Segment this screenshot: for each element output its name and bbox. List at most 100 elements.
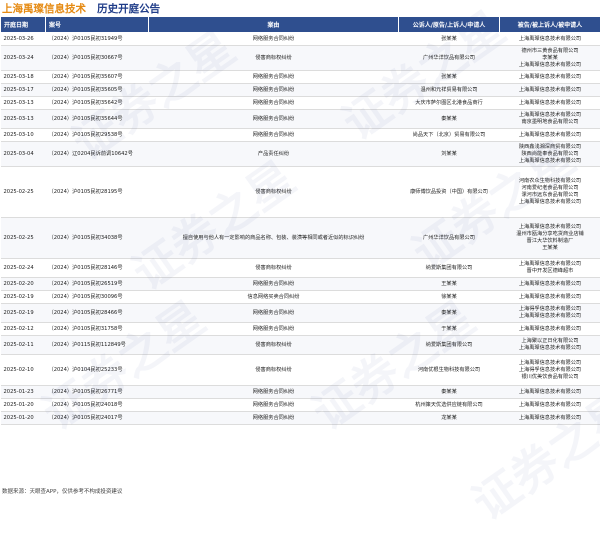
plaintiff-cell: 徐某某	[399, 291, 500, 304]
defendant-name: 上海禹璨信息技术有限公司	[502, 87, 599, 94]
table-row: 2025-02-24（2024）沪0105民初28146号侵害商标权纠纷纳爱斯集…	[1, 259, 600, 278]
table-row: 2025-01-20（2024）沪0105民初24017号网络服务合同纠纷龙某某…	[1, 412, 600, 425]
defendant-name: 上海禹璨信息技术有限公司	[502, 100, 599, 107]
defendant-name: 上海禹璨信息技术有限公司	[502, 74, 599, 81]
defendant-name: 上海禹璨信息技术有限公司	[502, 360, 599, 367]
plaintiff-name: 广州华洋饮品有限公司	[401, 55, 498, 62]
table-row: 2025-01-20（2024）沪0105民初24018号网络服务合同纠纷杭州策…	[1, 399, 600, 412]
defendant-name: 南京墨明地食品有限公司	[502, 119, 599, 126]
plaintiff-cell: 王某某	[399, 278, 500, 291]
hearing-date-cell: 2025-03-26	[1, 33, 46, 46]
plaintiff-name: 大庆市萨尔图区北港食品商行	[401, 100, 498, 107]
plaintiff-name: 徐某某	[401, 294, 498, 301]
defendant-cell: 上海聚以正日化有限公司上海禹璨信息技术有限公司	[500, 336, 600, 355]
defendant-name: 陕西鑫浅湘深商贸有限公司	[502, 144, 599, 151]
hearing-date-cell: 2025-03-18	[1, 71, 46, 84]
data-source-note: 数据来源：天眼查APP，仅供参考不构成投资建议	[2, 487, 122, 495]
table-row: 2025-01-23（2024）沪0105民初26771号网络服务合同纠纷秦某某…	[1, 386, 600, 399]
defendant-cell: 上海禹璨信息技术有限公司上海得孚信息技术有限公司银川优美饮食品有限公司	[500, 355, 600, 386]
case-number-cell: （2024）沪0105民初31949号	[46, 33, 149, 46]
defendant-cell: 上海禹璨信息技术有限公司温州市瓯海分享吃货商业店铺晋江大华饮料制造厂王某某	[500, 218, 600, 259]
column-header-case-number: 案号	[46, 17, 149, 33]
hearing-date-cell: 2025-02-10	[1, 355, 46, 386]
cause-cell: 侵害商标权纠纷	[149, 259, 399, 278]
defendant-name: 上海禹璨信息技术有限公司	[502, 294, 599, 301]
cause-cell: 网络服务合同纠纷	[149, 386, 399, 399]
plaintiff-name: 龙某某	[401, 415, 498, 422]
cause-cell: 网络服务合同纠纷	[149, 33, 399, 46]
cause-cell: 网络服务合同纠纷	[149, 323, 399, 336]
table-row: 2025-02-25（2024）沪0105民初28195号侵害商标权纠纷康师傅饮…	[1, 167, 600, 218]
plaintiff-cell: 杭州策天优选供应链有限公司	[399, 399, 500, 412]
table-row: 2025-02-11（2024）沪0115民初112849号侵害商标权纠纷纳爱斯…	[1, 336, 600, 355]
column-header-plaintiff: 公诉人/原告/上诉人/申请人	[399, 17, 500, 33]
defendant-cell: 上海禹璨信息技术有限公司南京墨明地食品有限公司	[500, 110, 600, 129]
defendant-name: 温州市瓯海分享吃货商业店铺	[502, 231, 599, 238]
defendant-name: 上海禹璨信息技术有限公司	[502, 389, 599, 396]
column-header-defendant: 被告/被上诉人/被申请人	[500, 17, 600, 33]
cause-cell: 网络服务合同纠纷	[149, 278, 399, 291]
case-number-cell: （2024）沪0104民初25233号	[46, 355, 149, 386]
defendant-name: 上海聚以正日化有限公司	[502, 338, 599, 345]
case-number-cell: （2024）沪0105民初35644号	[46, 110, 149, 129]
column-header-date: 开庭日期	[1, 17, 46, 33]
cause-cell: 网络服务合同纠纷	[149, 97, 399, 110]
table-row: 2025-03-17（2024）沪0105民初35605号网络服务合同纠纷温州和…	[1, 84, 600, 97]
defendant-name: 上海禹璨信息技术有限公司	[502, 224, 599, 231]
cause-cell: 网络服务合同纠纷	[149, 129, 399, 142]
defendant-name: 上海禹璨信息技术有限公司	[502, 132, 599, 139]
case-number-cell: （2024）沪0105民初34038号	[46, 218, 149, 259]
case-number-cell: （2024）沪0105民初35607号	[46, 71, 149, 84]
cause-cell: 侵害商标权纠纷	[149, 167, 399, 218]
hearing-date-cell: 2025-02-12	[1, 323, 46, 336]
hearing-date-cell: 2025-03-17	[1, 84, 46, 97]
plaintiff-name: 秦某某	[401, 389, 498, 396]
hearing-date-cell: 2025-02-20	[1, 278, 46, 291]
hearing-date-cell: 2025-02-25	[1, 167, 46, 218]
defendant-name: 河南农众生物科技有限公司	[502, 178, 599, 185]
plaintiff-cell: 纳爱斯集团有限公司	[399, 336, 500, 355]
defendant-name: 上海得孚信息技术有限公司	[502, 367, 599, 374]
plaintiff-name: 王某某	[401, 281, 498, 288]
defendant-cell: 上海禹璨信息技术有限公司	[500, 97, 600, 110]
defendant-name: 晋江大华饮料制造厂	[502, 238, 599, 245]
plaintiff-name: 河南优根生物科技有限公司	[401, 367, 498, 374]
defendant-cell: 上海禹璨信息技术有限公司	[500, 386, 600, 399]
plaintiff-cell: 尚品天下（北京）贸易有限公司	[399, 129, 500, 142]
case-number-cell: （2024）辽0204民诉前调10642号	[46, 142, 149, 167]
table-row: 2025-02-19（2024）沪0105民初28466号网络服务合同纠纷秦某某…	[1, 304, 600, 323]
table-row: 2025-03-18（2024）沪0105民初35607号网络服务合同纠纷张某某…	[1, 71, 600, 84]
plaintiff-cell: 广州华洋饮品有限公司	[399, 46, 500, 71]
defendant-name: 上海禹璨信息技术有限公司	[502, 199, 599, 206]
table-row: 2025-03-13（2024）沪0105民初35644号网络服务合同纠纷秦某某…	[1, 110, 600, 129]
defendant-name: 陕西尚能奉食品有限公司	[502, 151, 599, 158]
defendant-cell: 上海禹璨信息技术有限公司	[500, 129, 600, 142]
defendant-name: 上海禹璨信息技术有限公司	[502, 345, 599, 352]
hearing-date-cell: 2025-02-11	[1, 336, 46, 355]
plaintiff-cell: 于某某	[399, 323, 500, 336]
case-number-cell: （2024）沪0105民初30667号	[46, 46, 149, 71]
plaintiff-name: 康师傅饮品投资（中国）有限公司	[401, 189, 498, 196]
hearing-date-cell: 2025-03-13	[1, 97, 46, 110]
defendant-cell: 德州市三黄食品有限公司李某某上海禹璨信息技术有限公司	[500, 46, 600, 71]
defendant-name: 上海得孚信息技术有限公司	[502, 306, 599, 313]
plaintiff-cell: 康师傅饮品投资（中国）有限公司	[399, 167, 500, 218]
table-body: 2025-03-26（2024）沪0105民初31949号网络服务合同纠纷张某某…	[1, 33, 600, 425]
table-row: 2025-02-19（2024）沪0105民初30096号信息网络买卖合同纠纷徐…	[1, 291, 600, 304]
plaintiff-cell: 张某某	[399, 33, 500, 46]
hearing-date-cell: 2025-03-24	[1, 46, 46, 71]
page-title: 上海禹璨信息技术 历史开庭公告	[2, 0, 160, 14]
hearing-date-cell: 2025-02-24	[1, 259, 46, 278]
defendant-name: 王某某	[502, 245, 599, 252]
hearing-date-cell: 2025-01-20	[1, 399, 46, 412]
table-row: 2025-03-04（2024）辽0204民诉前调10642号产品责任纠纷刘某某…	[1, 142, 600, 167]
defendant-cell: 河南农众生物科技有限公司河南爱纪老食品有限公司漯河市远东食品有限公司上海禹璨信息…	[500, 167, 600, 218]
case-number-cell: （2024）沪0105民初35642号	[46, 97, 149, 110]
cause-cell: 擅自使用与他人有一定影响的商品名称、包装、装潢等相同或者近似的标识纠纷	[149, 218, 399, 259]
plaintiff-name: 秦某某	[401, 310, 498, 317]
cause-cell: 网络服务合同纠纷	[149, 304, 399, 323]
case-number-cell: （2024）沪0105民初28146号	[46, 259, 149, 278]
plaintiff-name: 温州和元祥贸易有限公司	[401, 87, 498, 94]
court-hearings-table: 开庭日期 案号 案由 公诉人/原告/上诉人/申请人 被告/被上诉人/被申请人 2…	[0, 16, 600, 425]
table-row: 2025-02-12（2024）沪0105民初31758号网络服务合同纠纷于某某…	[1, 323, 600, 336]
